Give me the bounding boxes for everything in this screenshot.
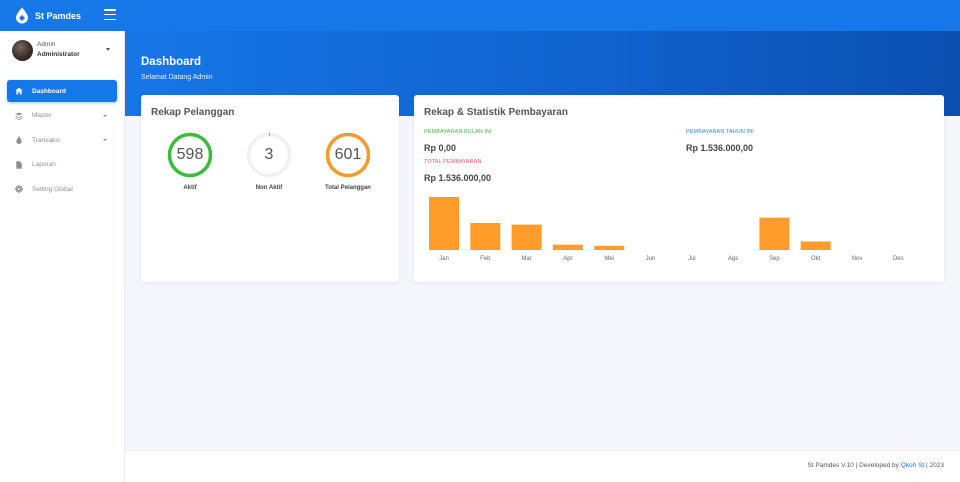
total-label: TOTAL PEMBAYARAN [424, 159, 482, 165]
caret-down-icon[interactable] [106, 48, 110, 51]
bar-jan [429, 197, 459, 250]
footer-text: St Pamdes V.10 | Developed by Qkoh St | … [807, 462, 944, 469]
x-tick-label: Ags [728, 256, 738, 262]
gauge-total-pelanggan: 601 Total Pelanggan [325, 132, 371, 191]
x-tick-label: Sep [769, 256, 780, 262]
footer-link[interactable]: Qkoh St [901, 462, 924, 469]
gauge-aktif: 598 Aktif [167, 132, 213, 191]
sidebar-item-dashboard[interactable]: Dashboard [7, 80, 117, 102]
sidebar-item-setting-global[interactable]: Setting Global [7, 178, 117, 200]
bar-feb [470, 223, 501, 250]
sidebar-item-master[interactable]: Master [7, 105, 117, 127]
tahun-ini-value: Rp 1.536.000,00 [686, 143, 754, 153]
sidebar-nav: Dashboard Master Transaksi Laporan Setti… [0, 80, 124, 200]
x-tick-label: Jul [688, 256, 696, 262]
gear-icon [15, 185, 23, 193]
bar-mar [511, 224, 542, 250]
tahun-ini-label: PEMBAYARAN TAHUN INI [686, 129, 754, 135]
x-tick-label: Jun [646, 256, 656, 262]
gauge-value: 598 [176, 146, 204, 163]
sidebar-item-label: Laporan [32, 161, 56, 168]
sidebar-item-label: Transaksi [32, 136, 60, 144]
x-tick-label: Feb [480, 256, 491, 262]
bar-sep [759, 217, 790, 250]
card-title: Rekap & Statistik Pembayaran [424, 107, 568, 118]
hamburger-icon[interactable] [104, 9, 116, 20]
caret-down-icon [103, 114, 107, 117]
bulan-ini-value: Rp 0,00 [424, 143, 457, 153]
total-value: Rp 1.536.000,00 [424, 173, 492, 183]
user-name: Admin [37, 41, 56, 48]
sidebar-item-label: Dashboard [32, 87, 66, 95]
sidebar-item-label: Master [32, 112, 52, 119]
footer: St Pamdes V.10 | Developed by Qkoh St | … [125, 450, 960, 482]
sidebar-item-transaksi[interactable]: Transaksi [7, 129, 117, 151]
gauge-value: 3 [264, 146, 274, 163]
sidebar-item-laporan[interactable]: Laporan [7, 154, 117, 176]
file-icon [15, 160, 23, 169]
sidebar-item-label: Setting Global [32, 185, 73, 193]
x-tick-label: Okt [811, 256, 821, 262]
sidebar: Admin Administrator Dashboard Master Tra… [0, 31, 125, 482]
rekap-pelanggan-card: Rekap Pelanggan 598 Aktif 3 Non Aktif 60… [141, 95, 399, 282]
database-icon [15, 112, 23, 120]
gauge-label: Aktif [183, 185, 197, 191]
x-tick-label: Mar [521, 256, 531, 262]
card-title: Rekap Pelanggan [151, 107, 235, 118]
caret-down-icon [103, 139, 107, 141]
user-panel[interactable]: Admin Administrator [0, 31, 124, 71]
payment-bar-chart: Jan Feb Mar Apr Mei Jun Jul Ags Sep Okt Nov Des [429, 197, 904, 262]
footer-suffix: | 2023 [926, 462, 944, 469]
bar-okt [800, 241, 831, 250]
water-drop-logo-icon [16, 7, 28, 24]
gauge-value: 601 [334, 146, 362, 163]
bar-mei [594, 245, 625, 250]
x-tick-label: Jan [439, 256, 449, 262]
home-icon [15, 87, 23, 95]
footer-prefix: St Pamdes V.10 | Developed by [807, 462, 899, 469]
x-tick-label: Des [893, 256, 904, 262]
x-tick-label: Apr [563, 256, 572, 262]
top-navbar: St Pamdes [0, 0, 960, 31]
bar-apr [552, 244, 583, 250]
page-title: Dashboard [141, 56, 202, 68]
x-tick-label: Nov [852, 256, 863, 262]
bulan-ini-label: PEMBAYARAN BULAN INI [424, 129, 492, 135]
page-subtitle: Selamat Datang Admin [141, 74, 213, 81]
gauge-label: Non Aktif [255, 185, 283, 191]
gauge-label: Total Pelanggan [325, 185, 371, 191]
rekap-pembayaran-card: Rekap & Statistik Pembayaran PEMBAYARAN … [414, 95, 944, 282]
x-tick-label: Mei [604, 256, 614, 262]
user-role: Administrator [37, 51, 80, 58]
brand-name: St Pamdes [35, 10, 82, 21]
avatar [12, 40, 33, 61]
gauge-non-aktif: 3 Non Aktif [246, 132, 292, 191]
drop-icon [15, 136, 23, 144]
